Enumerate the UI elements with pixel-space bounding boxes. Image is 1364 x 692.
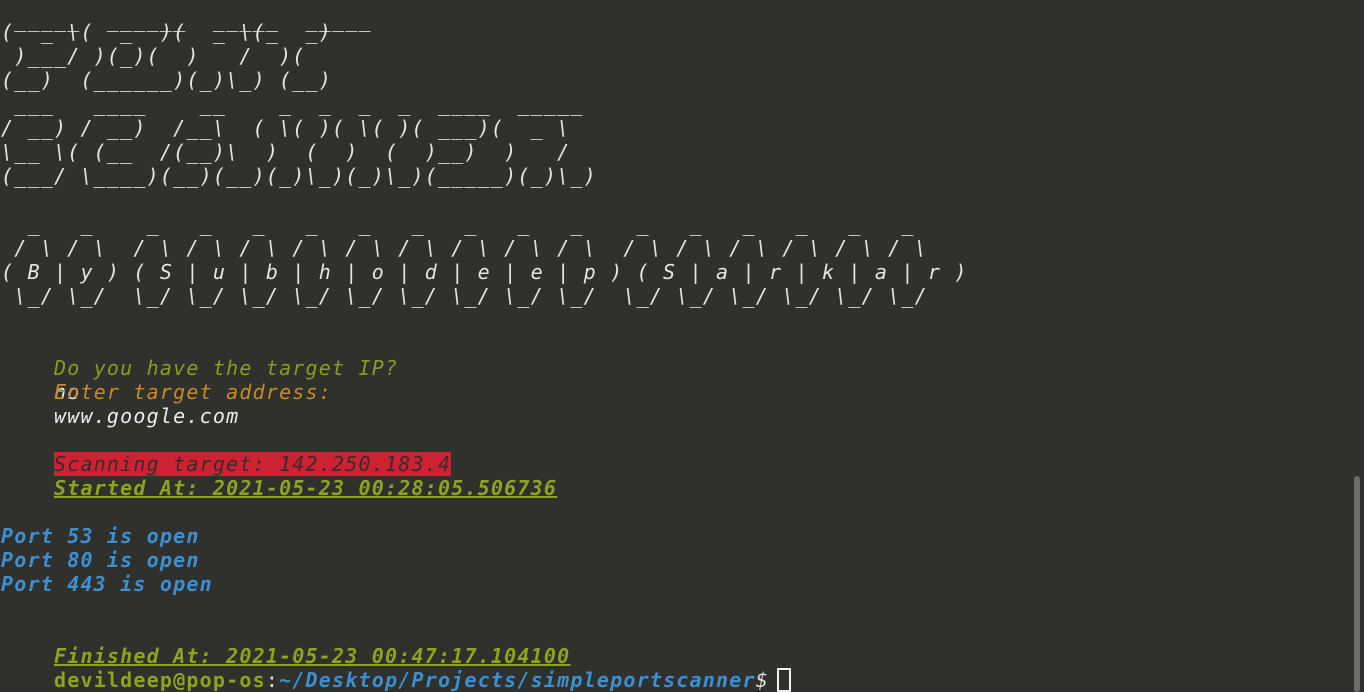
started-at: Started At: 2021-05-23 00:28:05.506736 [53, 476, 558, 500]
prompt-user: devildeep@pop-os [53, 668, 266, 692]
ascii-art-line: ( B | y ) ( S | u | b | h | o | d | e | … [1, 260, 968, 284]
vertical-scrollbar[interactable] [1354, 476, 1360, 692]
ip-question-line: Do you have the target IP? no [1, 332, 398, 404]
address-question-line: Enter target address: www.google.com [1, 356, 332, 428]
started-line: Started At: 2021-05-23 00:28:05.506736 [1, 452, 557, 500]
prompt-separator: : [265, 668, 280, 692]
terminal-window[interactable]: _____ ______ _____ _____ ( _ \( _ )( _ \… [1, 8, 1341, 692]
ascii-art-line: ___ ____ __ _ _ _ _ ____ _____ [1, 92, 597, 116]
shell-prompt[interactable]: devildeep@pop-os:~/Desktop/Projects/simp… [1, 644, 792, 692]
ascii-art-line: )___/ )(_)( ) / )( [1, 44, 319, 68]
ascii-art-line: \__ \( (__ /(__)\ ) ( ) ( )__) ) / [1, 140, 571, 164]
ascii-art-line: \_/ \_/ \_/ \_/ \_/ \_/ \_/ \_/ \_/ \_/ … [1, 284, 928, 308]
text-cursor[interactable] [777, 667, 792, 692]
port-line: Port 443 is open [1, 572, 213, 596]
prompt-dollar: $ [755, 668, 770, 692]
ascii-art-line: / __) / __) /__\ ( \( )( \( )( ___)( _ \ [1, 116, 571, 140]
address-question: Enter target address: [53, 380, 333, 404]
ascii-art-line: / \ / \ / \ / \ / \ / \ / \ / \ / \ / \ … [1, 236, 928, 260]
ascii-art-line: (__) (______)(_)\_) (__) [1, 68, 333, 92]
ascii-art-line: (___/ \____)(__)(__)(_)\_)(_)\_)(_____)(… [1, 164, 597, 188]
finished-line: Finished At: 2021-05-23 00:47:17.104100 [1, 620, 570, 668]
prompt-path: ~/Desktop/Projects/simpleportscanner [279, 668, 756, 692]
ascii-art-line: _ _ _ _ _ _ _ _ _ _ _ _ _ _ _ _ _ [1, 212, 928, 236]
address-answer: www.google.com [53, 404, 240, 428]
port-line: Port 80 is open [1, 548, 200, 572]
port-line: Port 53 is open [1, 524, 200, 548]
scanning-line: Scanning target: 142.250.183.4 [1, 428, 452, 476]
ascii-art-line: ( _ \( _ )( _ \(_ _) [1, 20, 333, 44]
